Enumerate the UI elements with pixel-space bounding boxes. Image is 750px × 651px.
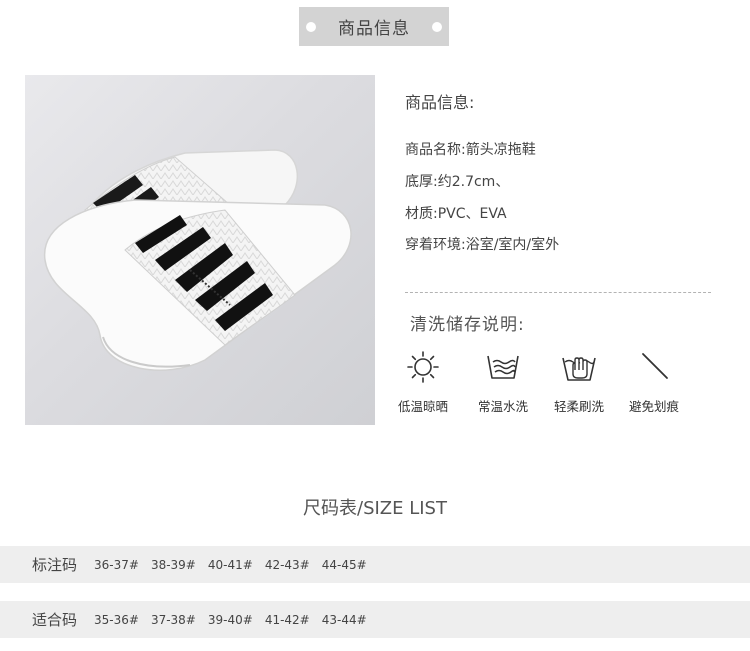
- care-label: 轻柔刷洗: [553, 399, 604, 414]
- size-cell: 40-41#: [207, 557, 253, 572]
- spec-sole-thickness: 底厚:约2.7cm、: [405, 171, 509, 191]
- size-row-label: 适合码: [32, 611, 78, 629]
- spec-label: 底厚:: [405, 174, 438, 190]
- sun-icon: [407, 351, 439, 383]
- water-wash-icon: [487, 355, 519, 379]
- size-row-cells: 35-36# 37-38# 39-40# 41-42# 43-44#: [94, 613, 379, 627]
- spec-label: 商品名称:: [405, 142, 466, 158]
- header-dot-right: [432, 22, 442, 32]
- section-title: 商品信息: [338, 19, 410, 39]
- spec-environment: 穿着环境:浴室/室内/室外: [405, 234, 559, 254]
- care-item-sun-dry: 低温晾晒: [383, 350, 463, 415]
- size-row-fit: 适合码 35-36# 37-38# 39-40# 41-42# 43-44#: [0, 601, 750, 638]
- care-item-avoid-scratch: 避免划痕: [614, 350, 694, 415]
- spec-value: 浴室/室内/室外: [465, 237, 560, 253]
- size-cell: 41-42#: [264, 612, 310, 627]
- hand-wash-icon: [562, 357, 596, 381]
- size-list-title: 尺码表/SIZE LIST: [303, 498, 447, 519]
- size-cell: 42-43#: [264, 557, 310, 572]
- spec-material: 材质:PVC、EVA: [405, 203, 507, 223]
- info-heading: 商品信息:: [405, 93, 475, 112]
- size-cell: 43-44#: [321, 612, 367, 627]
- size-row-marked: 标注码 36-37# 38-39# 40-41# 42-43# 44-45#: [0, 546, 750, 583]
- section-header: 商品信息: [299, 7, 449, 46]
- care-label: 避免划痕: [628, 399, 679, 414]
- header-dot-left: [306, 22, 316, 32]
- size-cell: 35-36#: [94, 612, 139, 627]
- size-cell: 37-38#: [150, 612, 196, 627]
- size-cell: 38-39#: [150, 557, 196, 572]
- no-scratch-icon: [642, 353, 668, 379]
- size-cell: 36-37#: [94, 557, 139, 572]
- product-photo: [25, 75, 375, 425]
- size-row-label: 标注码: [32, 556, 78, 574]
- spec-product-name: 商品名称:箭头凉拖鞋: [405, 139, 536, 159]
- slippers-illustration: [44, 149, 352, 371]
- spec-value: 约2.7cm、: [437, 174, 510, 190]
- size-cell: 44-45#: [321, 557, 367, 572]
- care-label: 低温晾晒: [397, 399, 448, 414]
- care-label: 常温水洗: [477, 399, 528, 414]
- care-item-water-wash: 常温水洗: [463, 350, 543, 415]
- size-row-cells: 36-37# 38-39# 40-41# 42-43# 44-45#: [94, 558, 379, 572]
- size-cell: 39-40#: [207, 612, 253, 627]
- spec-value: PVC、EVA: [437, 206, 507, 222]
- care-heading: 清洗储存说明:: [410, 315, 525, 335]
- care-item-hand-wash: 轻柔刷洗: [539, 350, 619, 415]
- dashed-divider: [405, 292, 711, 293]
- spec-label: 穿着环境:: [405, 237, 466, 253]
- spec-value: 箭头凉拖鞋: [465, 142, 536, 158]
- spec-label: 材质:: [405, 206, 438, 222]
